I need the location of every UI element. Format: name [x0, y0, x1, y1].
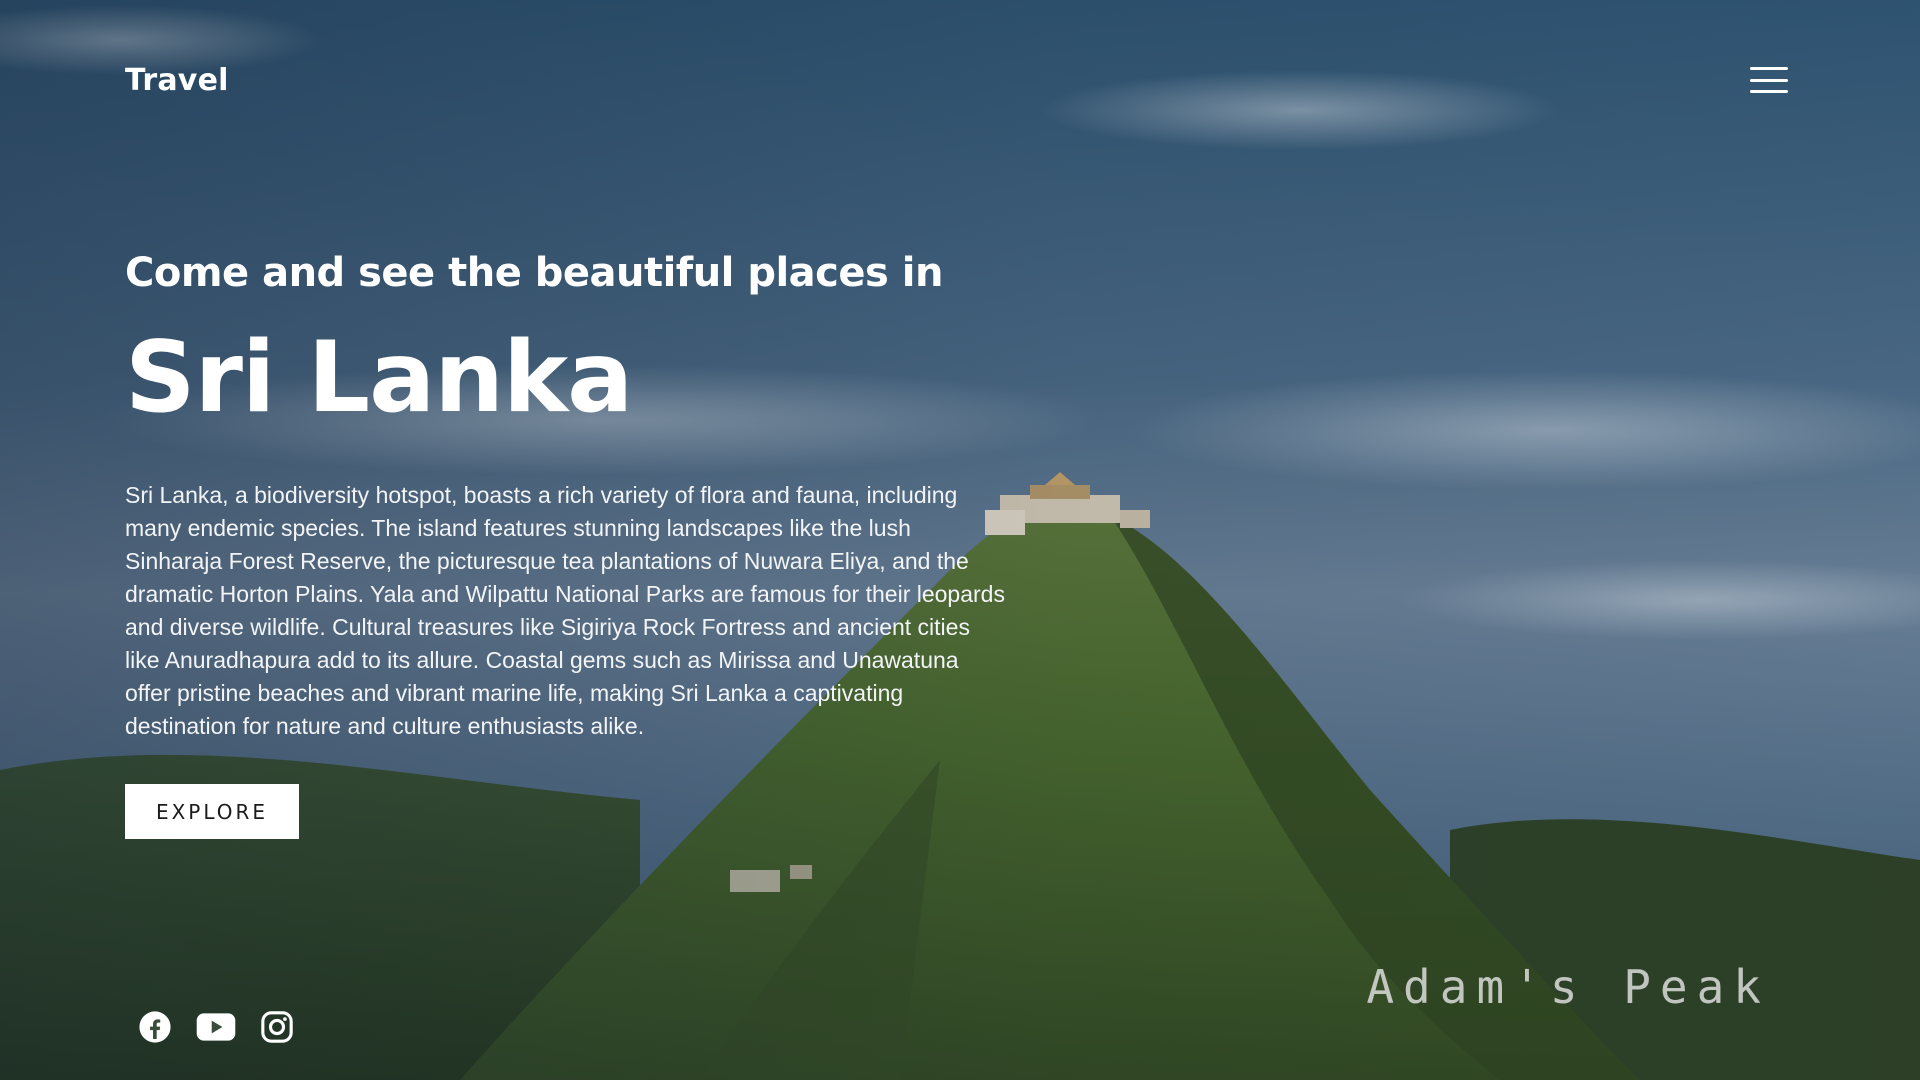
header: Travel — [125, 58, 1790, 102]
menu-line — [1750, 67, 1788, 70]
brand-logo[interactable]: Travel — [125, 63, 229, 98]
hero-description: Sri Lanka, a biodiversity hotspot, boast… — [125, 482, 1005, 739]
menu-line — [1750, 90, 1788, 93]
hamburger-menu-icon[interactable] — [1750, 65, 1790, 95]
place-label: Adam's Peak — [1366, 960, 1770, 1014]
instagram-icon[interactable] — [260, 1010, 294, 1044]
social-links — [138, 1010, 294, 1044]
menu-line — [1750, 78, 1788, 82]
youtube-icon[interactable] — [196, 1012, 236, 1042]
facebook-icon[interactable] — [138, 1010, 172, 1044]
hero-content: Come and see the beautiful places in Sri… — [125, 245, 1005, 839]
hero-subtitle: Come and see the beautiful places in — [125, 250, 943, 296]
explore-button[interactable]: EXPLORE — [125, 784, 299, 839]
hero-title: Sri Lanka — [125, 321, 633, 435]
